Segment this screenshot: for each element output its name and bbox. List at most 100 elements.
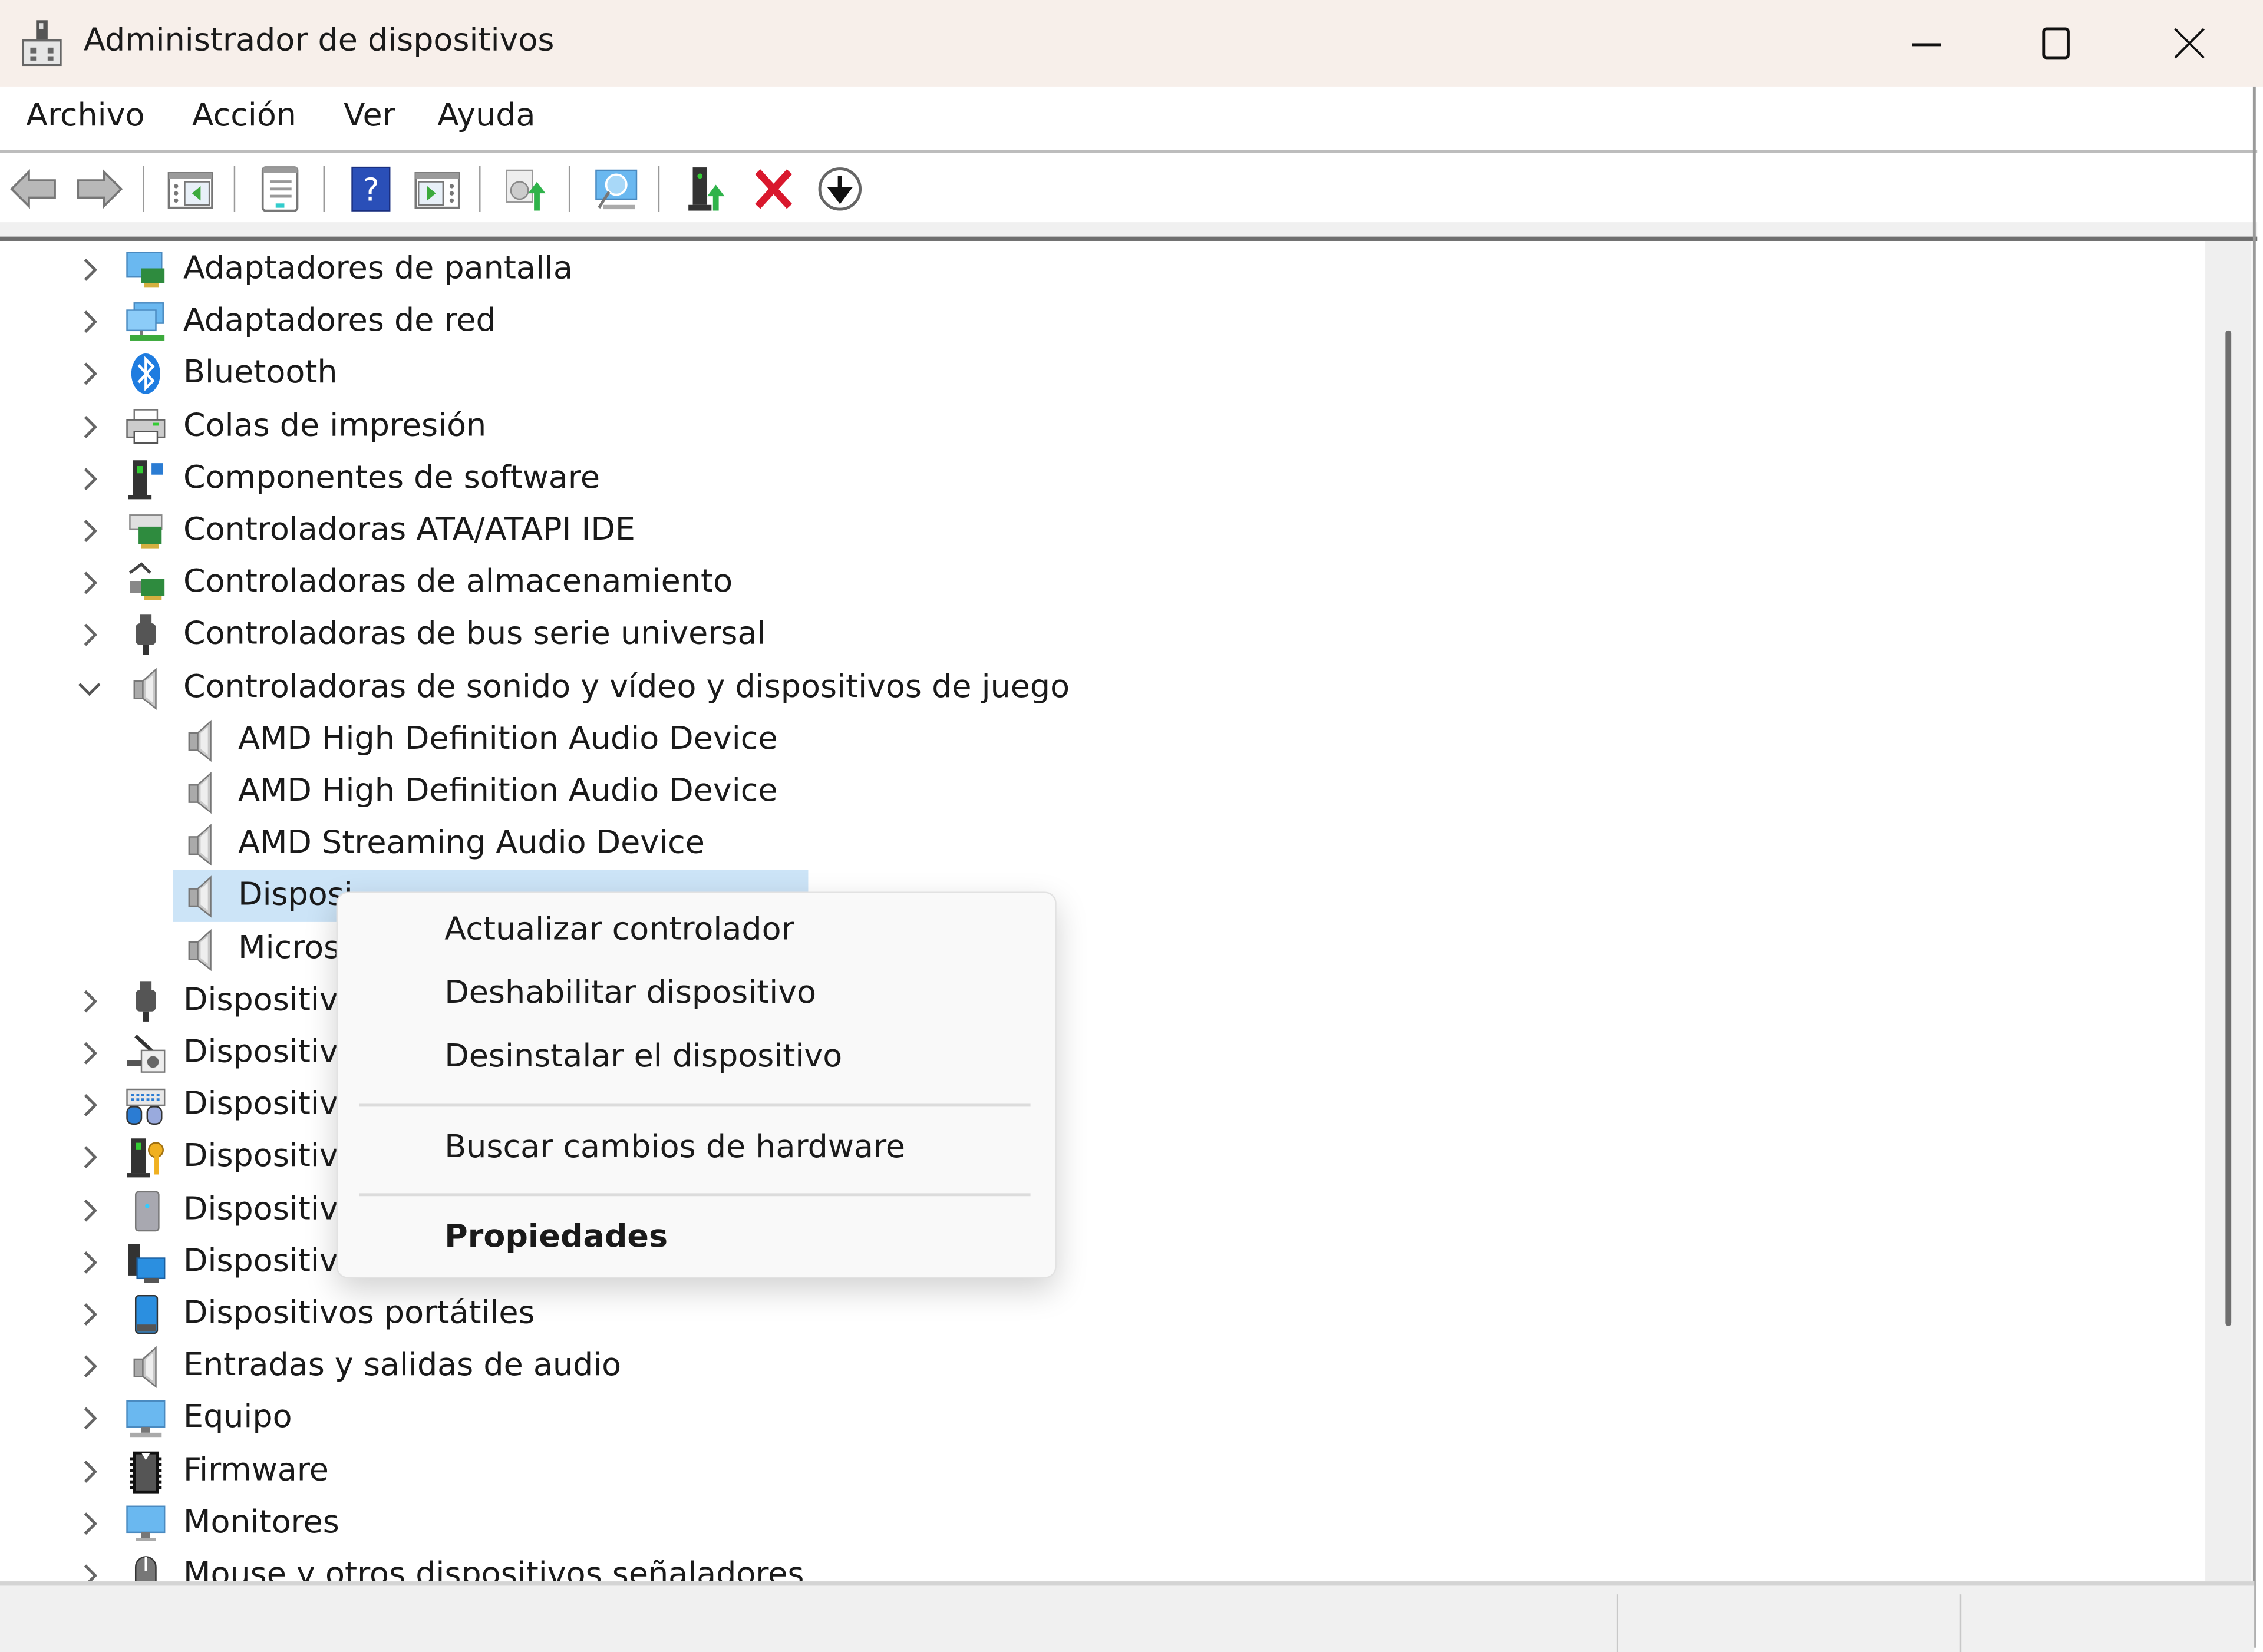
- tree-category-item[interactable]: Controladoras ATA/ATAPI IDE: [3, 505, 2205, 557]
- chevron-right-icon[interactable]: [75, 566, 104, 600]
- disable-device-icon[interactable]: [816, 164, 865, 213]
- chevron-right-icon[interactable]: [75, 357, 104, 392]
- tree-item-label: Controladoras ATA/ATAPI IDE: [183, 512, 635, 549]
- menu-item-disable-device[interactable]: Deshabilitar dispositivo: [444, 976, 816, 1012]
- tree-category-item[interactable]: Adaptadores de pantalla: [3, 244, 2205, 296]
- minimize-icon: [1912, 43, 1941, 47]
- menu-item-update-driver[interactable]: Actualizar controlador: [444, 912, 794, 948]
- device-tree[interactable]: Adaptadores de pantalla Adaptadores de re…: [2, 240, 2206, 1582]
- tree-item-label: Dispositiv: [183, 1191, 338, 1228]
- menu-archivo[interactable]: Archivo: [26, 98, 144, 134]
- tree-category-item[interactable]: Equipo: [3, 1393, 2205, 1445]
- chevron-right-icon[interactable]: [75, 1036, 104, 1071]
- chevron-right-icon[interactable]: [75, 984, 104, 1019]
- tree-item-label: Adaptadores de red: [183, 303, 496, 339]
- tree-item-label: Controladoras de bus serie universal: [183, 616, 766, 653]
- toolbar-separator: [323, 166, 325, 213]
- menu-item-properties[interactable]: Propiedades: [444, 1219, 668, 1255]
- usb-icon: [136, 615, 156, 656]
- speaker-icon: [188, 771, 212, 814]
- chevron-right-icon[interactable]: [75, 409, 104, 444]
- toolbar-separator: [658, 166, 660, 213]
- chevron-right-icon[interactable]: [75, 1402, 104, 1436]
- tree-device-item[interactable]: AMD High Definition Audio Device: [3, 766, 2205, 818]
- chevron-right-icon[interactable]: [75, 1506, 104, 1541]
- update-driver-icon[interactable]: [501, 164, 550, 213]
- tree-category-item[interactable]: Entradas y salidas de audio: [3, 1341, 2205, 1393]
- chevron-right-icon[interactable]: [75, 1141, 104, 1175]
- menu-item-scan-hardware-changes[interactable]: Buscar cambios de hardware: [444, 1130, 905, 1166]
- uninstall-red-x-icon[interactable]: [749, 164, 798, 213]
- tree-category-item[interactable]: Bluetooth: [3, 348, 2205, 400]
- tree-category-item[interactable]: Dispositiv: [3, 1236, 2205, 1288]
- status-divider: [1616, 1594, 1618, 1652]
- chevron-right-icon[interactable]: [75, 1558, 104, 1582]
- tree-category-item[interactable]: Dispositiv: [3, 1132, 2205, 1184]
- chevron-right-icon[interactable]: [75, 1245, 104, 1280]
- tree-category-item[interactable]: Mouse y otros dispositivos señaladores: [3, 1549, 2205, 1582]
- tree-category-item[interactable]: Dispositiv: [3, 975, 2205, 1027]
- speaker-icon: [188, 824, 212, 866]
- tree-category-item[interactable]: Controladoras de sonido y vídeo y dispos…: [3, 662, 2205, 713]
- tree-category-item[interactable]: Adaptadores de red: [3, 296, 2205, 348]
- menu-separator: [359, 1193, 1031, 1197]
- menu-ver[interactable]: Ver: [344, 98, 395, 134]
- device-manager-icon: [22, 20, 62, 67]
- show-hide-action-pane-icon[interactable]: [413, 164, 461, 213]
- scrollbar-thumb[interactable]: [2225, 330, 2232, 1326]
- tree-category-item[interactable]: Componentes de software: [3, 452, 2205, 504]
- tree-item-label: Adaptadores de pantalla: [183, 251, 573, 288]
- menu-item-uninstall-device[interactable]: Desinstalar el dispositivo: [444, 1039, 842, 1075]
- show-hide-console-tree-icon[interactable]: [166, 164, 215, 213]
- tree-category-item[interactable]: Monitores: [3, 1498, 2205, 1549]
- tree-device-item[interactable]: Micros: [3, 923, 2205, 974]
- chevron-right-icon[interactable]: [75, 1192, 104, 1227]
- tree-device-item[interactable]: AMD High Definition Audio Device: [3, 714, 2205, 766]
- chevron-down-icon[interactable]: [75, 670, 104, 705]
- tree-category-item[interactable]: Controladoras de bus serie universal: [3, 609, 2205, 661]
- close-button[interactable]: [2146, 14, 2233, 72]
- chevron-right-icon[interactable]: [75, 253, 104, 288]
- chevron-right-icon[interactable]: [75, 461, 104, 496]
- tree-category-item[interactable]: Dispositiv: [3, 1184, 2205, 1236]
- properties-sheet-icon[interactable]: [255, 164, 304, 213]
- tree-category-item[interactable]: Dispositiv: [3, 1027, 2205, 1079]
- tree-device-item[interactable]: AMD Streaming Audio Device: [3, 818, 2205, 870]
- back-arrow-icon[interactable]: [9, 164, 58, 213]
- tree-category-item[interactable]: Firmware: [3, 1445, 2205, 1497]
- tree-category-item[interactable]: Controladoras de almacenamiento: [3, 557, 2205, 609]
- toolbar-separator: [233, 166, 236, 213]
- monitor-icon: [126, 1505, 166, 1541]
- chevron-right-icon[interactable]: [75, 1454, 104, 1489]
- tree-category-item[interactable]: Dispositivos portátiles: [3, 1288, 2205, 1340]
- tree-item-label: AMD Streaming Audio Device: [238, 825, 705, 862]
- portable-device-icon: [134, 1294, 159, 1334]
- tree-item-label: AMD High Definition Audio Device: [238, 721, 778, 758]
- tree-item-label: Bluetooth: [183, 355, 338, 392]
- tree-item-label: AMD High Definition Audio Device: [238, 773, 778, 810]
- system-device-icon: [128, 1243, 166, 1283]
- menu-ayuda[interactable]: Ayuda: [437, 98, 535, 134]
- chevron-right-icon[interactable]: [75, 1088, 104, 1123]
- tree-category-item[interactable]: Dispositiv: [3, 1079, 2205, 1131]
- minimize-button[interactable]: [1883, 14, 1970, 72]
- chevron-right-icon[interactable]: [75, 305, 104, 339]
- toolbar-border: [0, 222, 2258, 241]
- chevron-right-icon[interactable]: [75, 1349, 104, 1384]
- tree-category-item[interactable]: Colas de impresión: [3, 401, 2205, 452]
- tree-item-label: Controladoras de sonido y vídeo y dispos…: [183, 669, 1070, 705]
- menu-accion[interactable]: Acción: [192, 98, 296, 134]
- vertical-scrollbar[interactable]: [2205, 240, 2252, 1582]
- maximize-button[interactable]: [2013, 14, 2100, 72]
- tree-item-label: Micros: [238, 930, 341, 966]
- add-legacy-hardware-icon[interactable]: [684, 164, 733, 213]
- help-icon[interactable]: ?: [347, 164, 395, 213]
- tree-item-label: Mouse y otros dispositivos señaladores: [183, 1557, 804, 1582]
- speaker-icon: [133, 667, 157, 709]
- chevron-right-icon[interactable]: [75, 514, 104, 549]
- tree-device-item[interactable]: Disposi: [3, 870, 2205, 923]
- scan-hardware-icon[interactable]: [592, 164, 641, 213]
- chevron-right-icon[interactable]: [75, 1297, 104, 1332]
- forward-arrow-icon[interactable]: [75, 164, 124, 213]
- chevron-right-icon[interactable]: [75, 618, 104, 653]
